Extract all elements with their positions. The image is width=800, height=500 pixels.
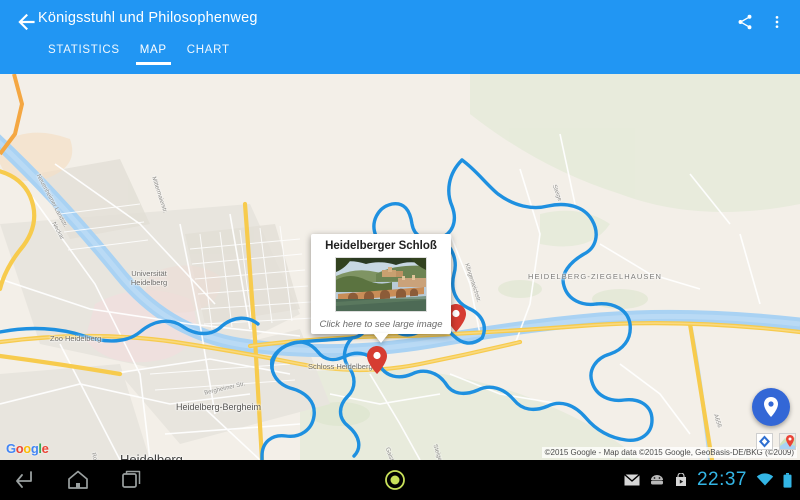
map-pin-icon (367, 346, 387, 374)
battery-icon[interactable] (783, 472, 792, 488)
share-icon (738, 14, 752, 30)
heidelberg-bridge-photo (336, 258, 426, 311)
more-vert-icon (775, 16, 779, 28)
info-window-photo[interactable] (335, 257, 427, 312)
map-info-window[interactable]: Heidelberger Schloß Click here to see la… (311, 234, 451, 343)
location-pin-icon (764, 397, 778, 417)
tablet-screen: Universität Heidelberg Zoo Heidelberg He… (0, 0, 800, 500)
android-system-bar: 22:37 (0, 460, 800, 500)
overflow-menu-button[interactable] (762, 8, 792, 36)
share-button[interactable] (730, 8, 760, 36)
status-icons: 22:37 (623, 460, 792, 500)
system-recents-button[interactable] (118, 466, 146, 494)
google-maps-badge-icon[interactable] (779, 433, 796, 450)
mail-icon[interactable] (623, 474, 640, 486)
navigation-badge-icon[interactable] (756, 433, 773, 450)
map-canvas[interactable]: Universität Heidelberg Zoo Heidelberg He… (0, 74, 800, 460)
google-logo: Google (6, 441, 49, 456)
system-nav-buttons (10, 460, 146, 500)
tab-bar: STATISTICS MAP CHART (38, 44, 240, 65)
app-indicator-icon[interactable] (385, 470, 405, 490)
system-clock[interactable]: 22:37 (697, 469, 747, 491)
back-button[interactable] (14, 9, 40, 35)
info-window-tail (373, 333, 389, 343)
system-home-icon (68, 470, 88, 489)
tab-chart[interactable]: CHART (177, 44, 240, 65)
tab-statistics[interactable]: STATISTICS (38, 44, 130, 65)
map-mini-controls (756, 433, 796, 450)
android-icon[interactable] (649, 474, 665, 486)
arrow-back-icon (18, 13, 35, 31)
app-bar-actions (730, 8, 792, 36)
system-recents-icon (122, 470, 141, 488)
info-window-title: Heidelberger Schloß (325, 240, 437, 252)
system-back-icon (16, 471, 32, 488)
tab-map[interactable]: MAP (130, 44, 177, 65)
info-window-caption[interactable]: Click here to see large image (316, 319, 446, 330)
app-bar: Königsstuhl und Philosophenweg STATISTIC… (0, 0, 800, 74)
system-back-button[interactable] (10, 466, 38, 494)
play-store-bag-icon[interactable] (674, 473, 688, 487)
my-location-fab[interactable] (752, 388, 790, 426)
marker-schloss-heidelberg[interactable] (367, 346, 387, 374)
wifi-icon[interactable] (756, 473, 774, 487)
page-title: Königsstuhl und Philosophenweg (38, 10, 258, 26)
system-home-button[interactable] (64, 466, 92, 494)
